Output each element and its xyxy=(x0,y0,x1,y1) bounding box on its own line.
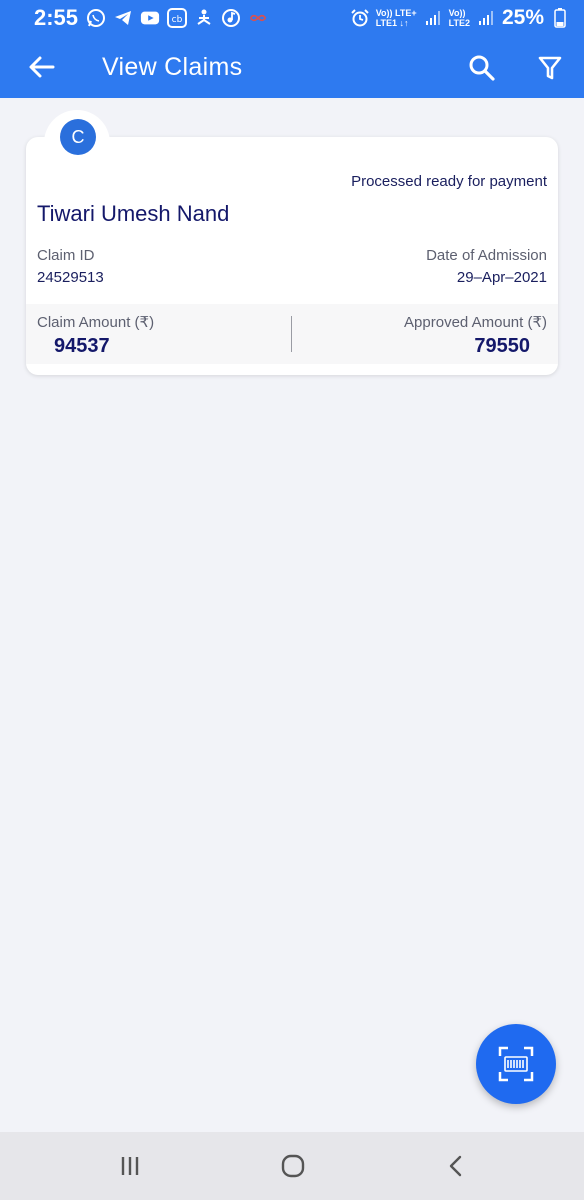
music-app-icon xyxy=(221,8,241,28)
recents-button[interactable] xyxy=(108,1146,152,1186)
status-right: Vo)) LTE+ LTE1 ↓↑ Vo)) LTE2 25% xyxy=(350,6,570,30)
system-nav-bar xyxy=(0,1132,584,1200)
barcode-scan-icon xyxy=(498,1046,534,1082)
battery-percent: 25% xyxy=(501,6,544,29)
home-icon xyxy=(281,1154,305,1178)
sim2-network: Vo)) LTE2 xyxy=(449,8,470,28)
amount-divider xyxy=(291,316,292,352)
filter-button[interactable] xyxy=(526,44,574,92)
sim1-bottom-text: LTE1 ↓↑ xyxy=(375,18,409,28)
claim-card[interactable]: Processed ready for payment Tiwari Umesh… xyxy=(26,137,558,375)
claim-amount-label: Claim Amount (₹) xyxy=(37,314,155,331)
back-button[interactable] xyxy=(12,36,72,98)
scan-fab-button[interactable] xyxy=(476,1024,556,1104)
notification-icons: cb xyxy=(86,8,268,28)
infinity-icon xyxy=(248,8,268,28)
cb-app-icon: cb xyxy=(167,8,188,28)
cb-app-text: cb xyxy=(172,15,183,25)
claim-amount-value: 94537 xyxy=(54,335,110,357)
back-arrow-icon xyxy=(29,56,55,78)
nav-back-button[interactable] xyxy=(434,1146,478,1186)
approved-amount-value: 79550 xyxy=(474,335,530,357)
search-button[interactable] xyxy=(458,44,506,92)
back-icon xyxy=(449,1155,462,1177)
sim1-network: Vo)) LTE+ LTE1 ↓↑ xyxy=(376,8,417,28)
claim-id-label: Claim ID xyxy=(37,247,95,264)
whatsapp-icon xyxy=(86,8,106,28)
yoga-app-icon xyxy=(194,8,214,28)
admission-date-label: Date of Admission xyxy=(426,247,547,264)
status-time: 2:55 xyxy=(34,5,79,30)
youtube-icon xyxy=(140,8,160,28)
telegram-icon xyxy=(113,8,133,28)
alarm-icon xyxy=(350,8,370,28)
claimant-name: Tiwari Umesh Nand xyxy=(37,201,230,226)
status-bar: 2:55 cb Vo)) LTE+ LTE1 ↓↑ Vo)) LTE2 25% xyxy=(0,0,584,36)
signal-icon xyxy=(476,8,496,28)
amount-section: Claim Amount (₹) 94537 Approved Amount (… xyxy=(26,304,558,364)
app-bar: View Claims xyxy=(0,36,584,98)
claim-id-value: 24529513 xyxy=(37,269,104,286)
recents-icon xyxy=(121,1157,139,1175)
sim2-top-text: Vo)) xyxy=(448,8,466,18)
signal-icon xyxy=(423,8,443,28)
filter-icon xyxy=(538,56,562,80)
approved-amount-label: Approved Amount (₹) xyxy=(404,314,547,331)
admission-date-value: 29–Apr–2021 xyxy=(456,269,547,286)
page-title: View Claims xyxy=(102,52,243,81)
avatar: C xyxy=(60,119,96,155)
battery-icon xyxy=(550,8,570,28)
claim-status: Processed ready for payment xyxy=(351,173,547,190)
search-icon xyxy=(469,55,495,81)
home-button[interactable] xyxy=(271,1146,315,1186)
sim1-top-text: Vo)) LTE+ xyxy=(375,8,417,18)
sim2-bottom-text: LTE2 xyxy=(448,18,470,28)
